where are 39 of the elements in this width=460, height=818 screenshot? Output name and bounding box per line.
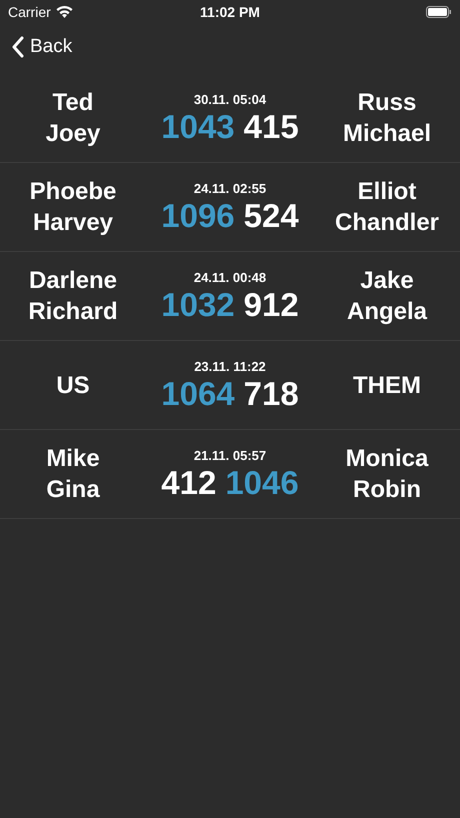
score: 1064 [161, 376, 235, 412]
player-name: Chandler [334, 208, 439, 238]
score: 1046 [225, 464, 299, 500]
battery-icon [426, 6, 452, 18]
score: 1032 [161, 286, 235, 322]
game-date: 24.11. 02:55 [194, 180, 266, 196]
chevron-left-icon [12, 36, 24, 58]
player-name: Joey [46, 119, 100, 149]
player-name: Ted [52, 88, 94, 118]
game-date: 21.11. 05:57 [194, 448, 266, 462]
game-date: 23.11. 11:22 [194, 358, 266, 374]
wifi-icon [56, 6, 73, 18]
player-name: Monica [346, 444, 428, 474]
score: 524 [244, 198, 299, 234]
player-name: Darlene [28, 266, 118, 296]
player-name: Mike [46, 444, 100, 474]
player-name: Michael [342, 119, 432, 149]
score: 1096 [161, 198, 235, 234]
player-name: Richard [28, 297, 118, 327]
score: 912 [244, 286, 299, 322]
back-button[interactable]: Back [12, 36, 72, 58]
game-date: 24.11. 00:48 [194, 270, 266, 284]
score: 412 [161, 464, 216, 500]
player-name: THEM [353, 370, 421, 400]
score: 718 [244, 376, 299, 412]
score: 415 [244, 108, 299, 144]
clock-time: 11:02 PM [200, 4, 260, 20]
game-date: 30.11. 05:04 [194, 92, 266, 106]
player-name: Jake [360, 266, 414, 296]
player-name: Russ [358, 88, 416, 118]
player-name: Gina [46, 475, 100, 505]
player-name: Angela [346, 297, 427, 327]
player-name: Phoebe [30, 177, 116, 207]
player-name: Elliot [358, 177, 416, 207]
score: 1043 [161, 108, 235, 144]
player-name: US [56, 370, 90, 400]
carrier-label: Carrier [8, 4, 51, 20]
player-name: Robin [353, 475, 421, 505]
player-name: Harvey [32, 208, 114, 238]
